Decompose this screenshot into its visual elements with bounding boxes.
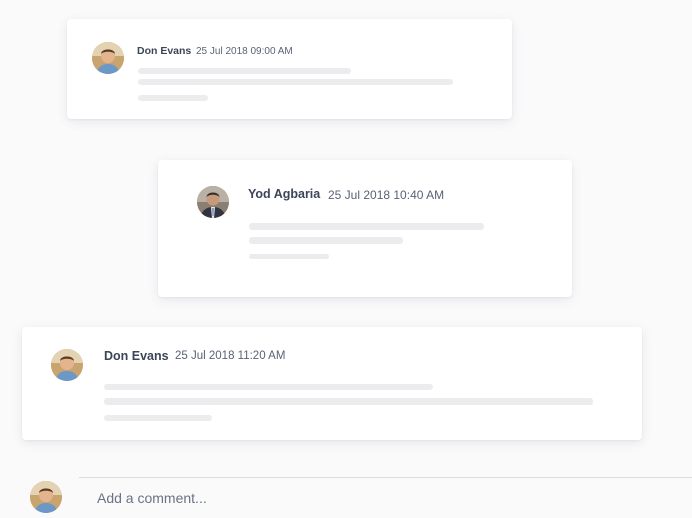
text-placeholder-line: [249, 237, 403, 244]
user-avatar-icon: [30, 481, 62, 513]
comment-author[interactable]: Yod Agbaria: [248, 187, 320, 201]
text-placeholder-line: [138, 68, 351, 74]
user-avatar-icon[interactable]: [92, 42, 124, 74]
add-comment-input[interactable]: [79, 478, 679, 518]
comment-timestamp: 25 Jul 2018 11:20 AM: [175, 350, 286, 362]
comment-timestamp: 25 Jul 2018 09:00 AM: [196, 46, 293, 57]
text-placeholder-line: [104, 415, 212, 421]
comment-card: Don Evans 25 Jul 2018 09:00 AM: [67, 19, 512, 119]
comment-author[interactable]: Don Evans: [104, 349, 169, 363]
text-placeholder-line: [249, 223, 484, 230]
user-avatar-icon[interactable]: [197, 186, 229, 218]
text-placeholder-line: [104, 384, 433, 390]
text-placeholder-line: [138, 79, 453, 85]
user-avatar-icon[interactable]: [51, 349, 83, 381]
text-placeholder-line: [104, 398, 593, 405]
text-placeholder-line: [249, 254, 329, 259]
comment-card: Don Evans 25 Jul 2018 11:20 AM: [22, 327, 642, 440]
comment-author[interactable]: Don Evans: [137, 45, 191, 57]
comment-timestamp: 25 Jul 2018 10:40 AM: [328, 188, 445, 202]
text-placeholder-line: [138, 95, 208, 101]
comment-card: Yod Agbaria 25 Jul 2018 10:40 AM: [158, 160, 572, 297]
